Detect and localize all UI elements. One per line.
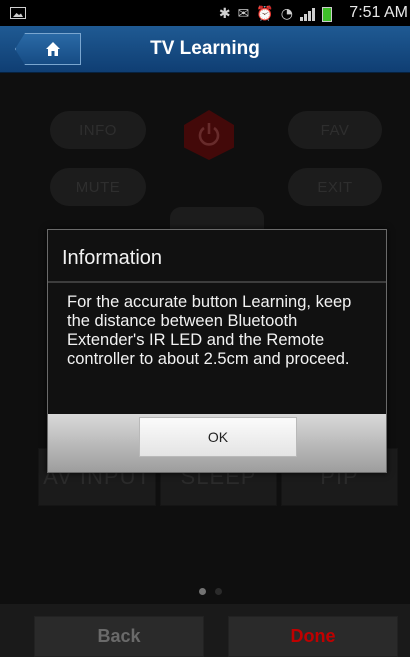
title-bar: TV Learning <box>0 26 410 73</box>
dialog-title: Information <box>62 247 163 269</box>
status-icons: ✱ ✉ ⏰ ◔ <box>219 6 332 22</box>
image-icon <box>10 7 26 19</box>
status-time: 7:51 AM <box>349 4 408 21</box>
signal-icon <box>300 7 315 21</box>
done-button[interactable]: Done <box>228 616 398 657</box>
dialog-message: For the accurate button Learning, keep t… <box>67 293 352 368</box>
ok-button[interactable]: OK <box>139 417 297 457</box>
missed-call-icon: ✉ <box>237 6 250 22</box>
alarm-icon: ⏰ <box>256 6 274 22</box>
back-button[interactable]: Back <box>34 616 204 657</box>
dialog-footer: OK <box>48 414 386 472</box>
battery-icon <box>322 6 332 22</box>
information-dialog: Information For the accurate button Lear… <box>47 229 387 473</box>
bottom-bar: Back Done <box>0 604 410 657</box>
status-bar: ✱ ✉ ⏰ ◔ 7:51 AM <box>0 0 410 26</box>
page-title: TV Learning <box>150 38 260 59</box>
wifi-icon: ◔ <box>280 6 293 22</box>
bluetooth-icon: ✱ <box>218 6 231 22</box>
dialog-divider <box>48 281 386 283</box>
